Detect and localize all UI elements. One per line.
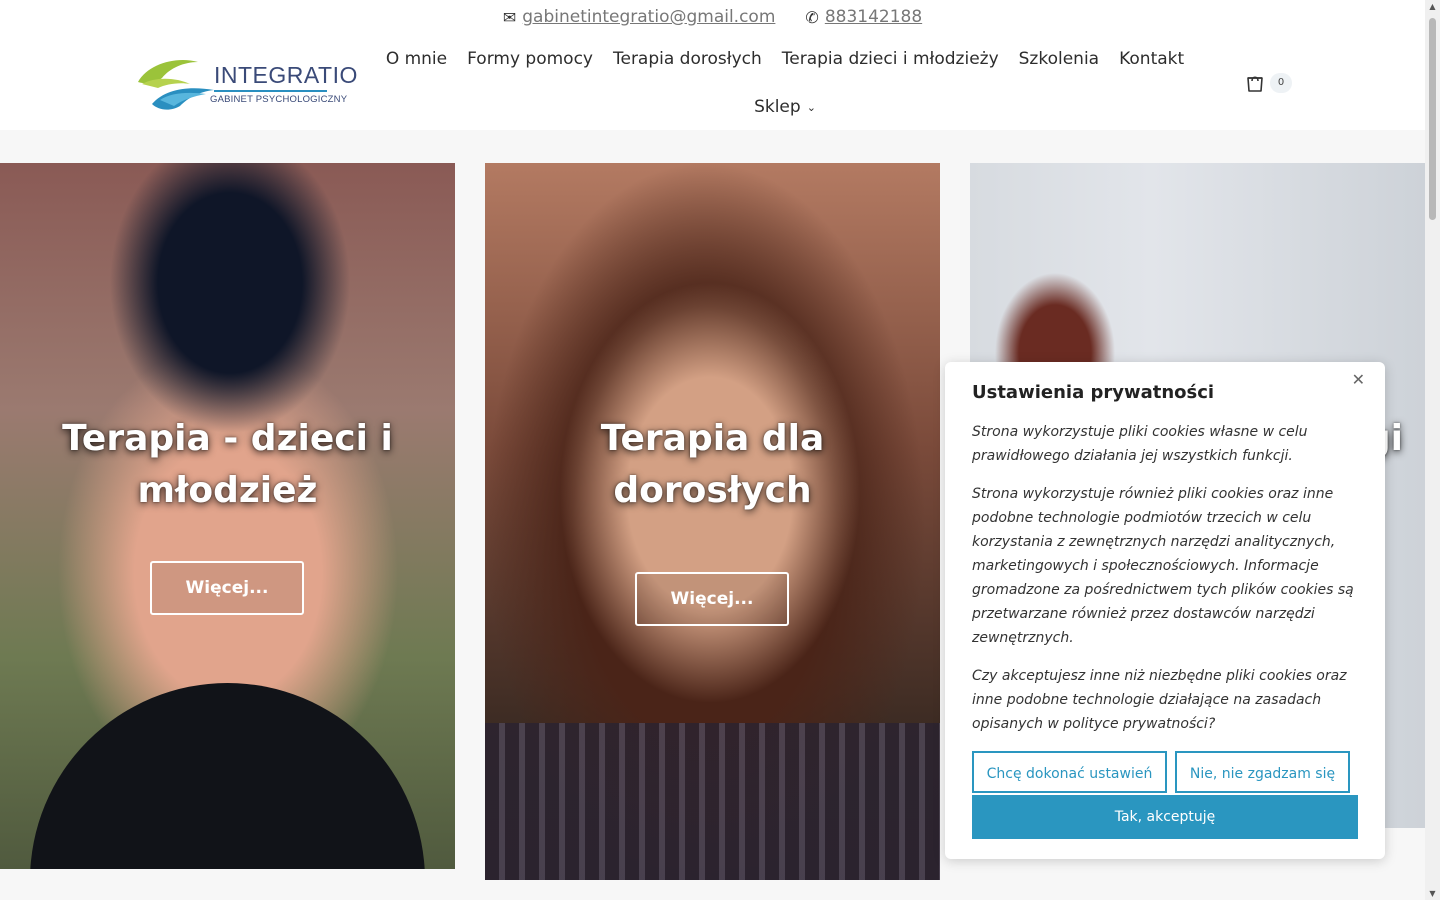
cookie-decline-button[interactable]: Nie, nie zgadzam się [1175,751,1350,793]
cookie-consent-dialog: ✕ Ustawienia prywatności Strona wykorzys… [945,362,1385,859]
cookie-settings-button[interactable]: Chcę dokonać ustawień [972,751,1167,793]
card-image-shirt [30,683,425,869]
cookie-accept-button[interactable]: Tak, akceptuję [972,795,1358,839]
logo-brand: INTEGRATIO [214,62,358,88]
nav-item-sklep[interactable]: Sklep ⌄ [744,94,826,122]
logo-mark-icon [138,60,214,110]
phone-link[interactable]: 883142188 [825,7,922,27]
nav-item-terapia-doroslych[interactable]: Terapia dorosłych [603,46,772,72]
scroll-up-icon[interactable]: ▲ [1425,2,1440,11]
logo[interactable]: INTEGRATIO GABINET PSYCHOLOGICZNY [136,54,357,114]
cookie-body: Strona wykorzystuje pliki cookies własne… [972,420,1362,750]
card-children-therapy: Terapia - dzieci i młodzież Więcej... [0,163,455,869]
scroll-down-icon[interactable]: ▼ [1425,889,1440,898]
shopping-bag-icon [1247,76,1263,92]
nav-item-o-mnie[interactable]: O mnie [376,46,457,72]
phone-icon: ✆ [805,7,819,27]
close-icon[interactable]: ✕ [1352,370,1365,389]
nav-item-formy-pomocy[interactable]: Formy pomocy [457,46,603,72]
card-title: Terapia - dzieci i młodzież [62,418,393,511]
main-nav: O mnie Formy pomocy Terapia dorosłych Te… [370,34,1200,130]
logo-tagline: GABINET PSYCHOLOGICZNY [210,94,348,105]
phone-contact: ✆ 883142188 [805,7,922,27]
email-contact: ✉ gabinetintegratio@gmail.com [503,7,776,27]
card-title: Terapia dla dorosłych [600,418,825,511]
site-header: INTEGRATIO GABINET PSYCHOLOGICZNY O mnie… [0,34,1425,130]
scrollbar-thumb[interactable] [1429,18,1436,220]
cookie-title: Ustawienia prywatności [972,382,1215,403]
chevron-down-icon: ⌄ [806,101,816,114]
card-adult-therapy: Terapia dla dorosłych Więcej... [485,163,940,880]
cart-button[interactable]: 0 [1244,72,1292,94]
card-image-top [485,723,940,880]
email-link[interactable]: gabinetintegratio@gmail.com [522,7,775,27]
top-contact-bar: ✉ gabinetintegratio@gmail.com ✆ 88314218… [0,0,1425,34]
nav-item-kontakt[interactable]: Kontakt [1109,46,1194,72]
nav-item-szkolenia[interactable]: Szkolenia [1009,46,1109,72]
more-button[interactable]: Więcej... [635,572,789,626]
more-button[interactable]: Więcej... [150,561,304,615]
logo-underline [214,90,327,92]
cookie-paragraph: Strona wykorzystuje również pliki cookie… [972,486,1354,646]
scrollbar[interactable]: ▲ ▼ [1425,0,1440,900]
cookie-paragraph: Strona wykorzystuje pliki cookies własne… [972,424,1308,464]
nav-item-terapia-dzieci[interactable]: Terapia dzieci i młodzieży [772,46,1009,72]
cart-count: 0 [1270,73,1292,93]
cookie-paragraph: Czy akceptujesz inne niż niezbędne pliki… [972,668,1347,732]
nav-item-sklep-label: Sklep [754,97,801,117]
envelope-icon: ✉ [502,7,517,27]
